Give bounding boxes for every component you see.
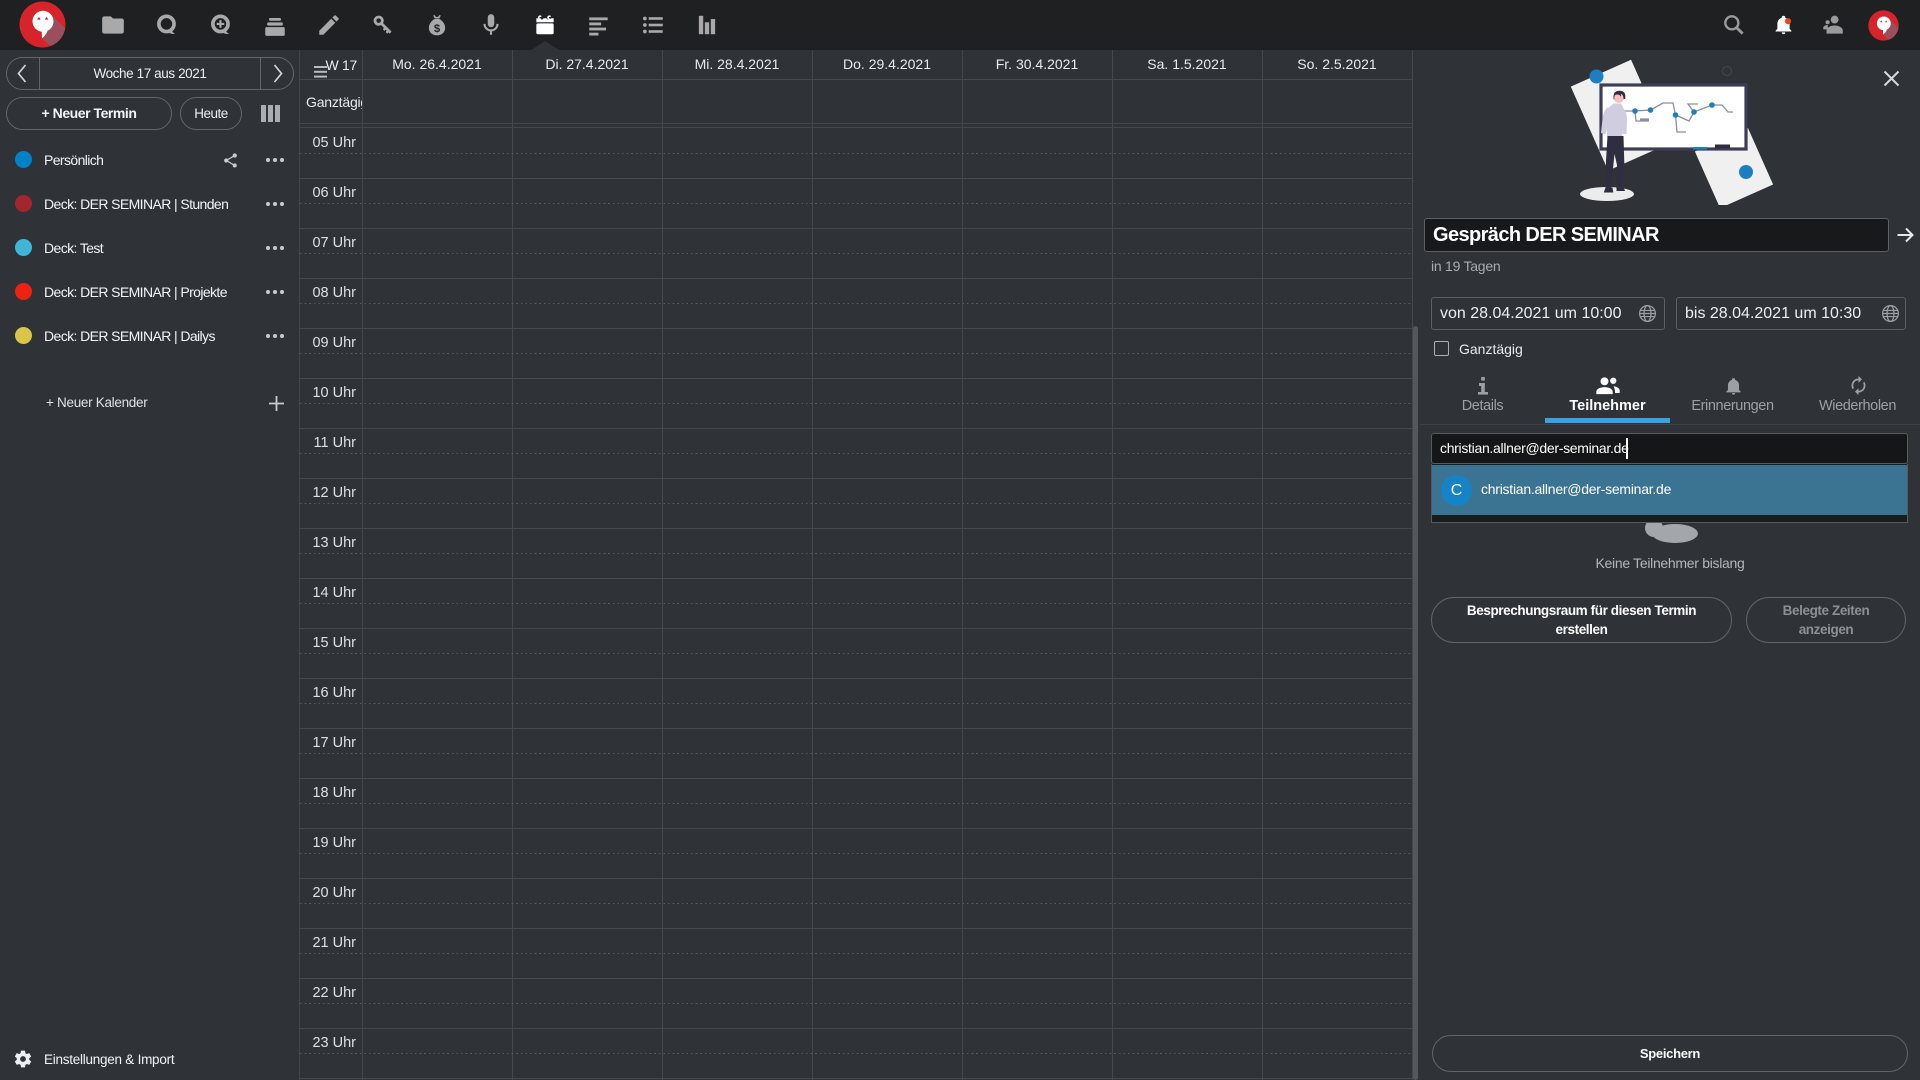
svg-text:$: $: [434, 23, 441, 35]
